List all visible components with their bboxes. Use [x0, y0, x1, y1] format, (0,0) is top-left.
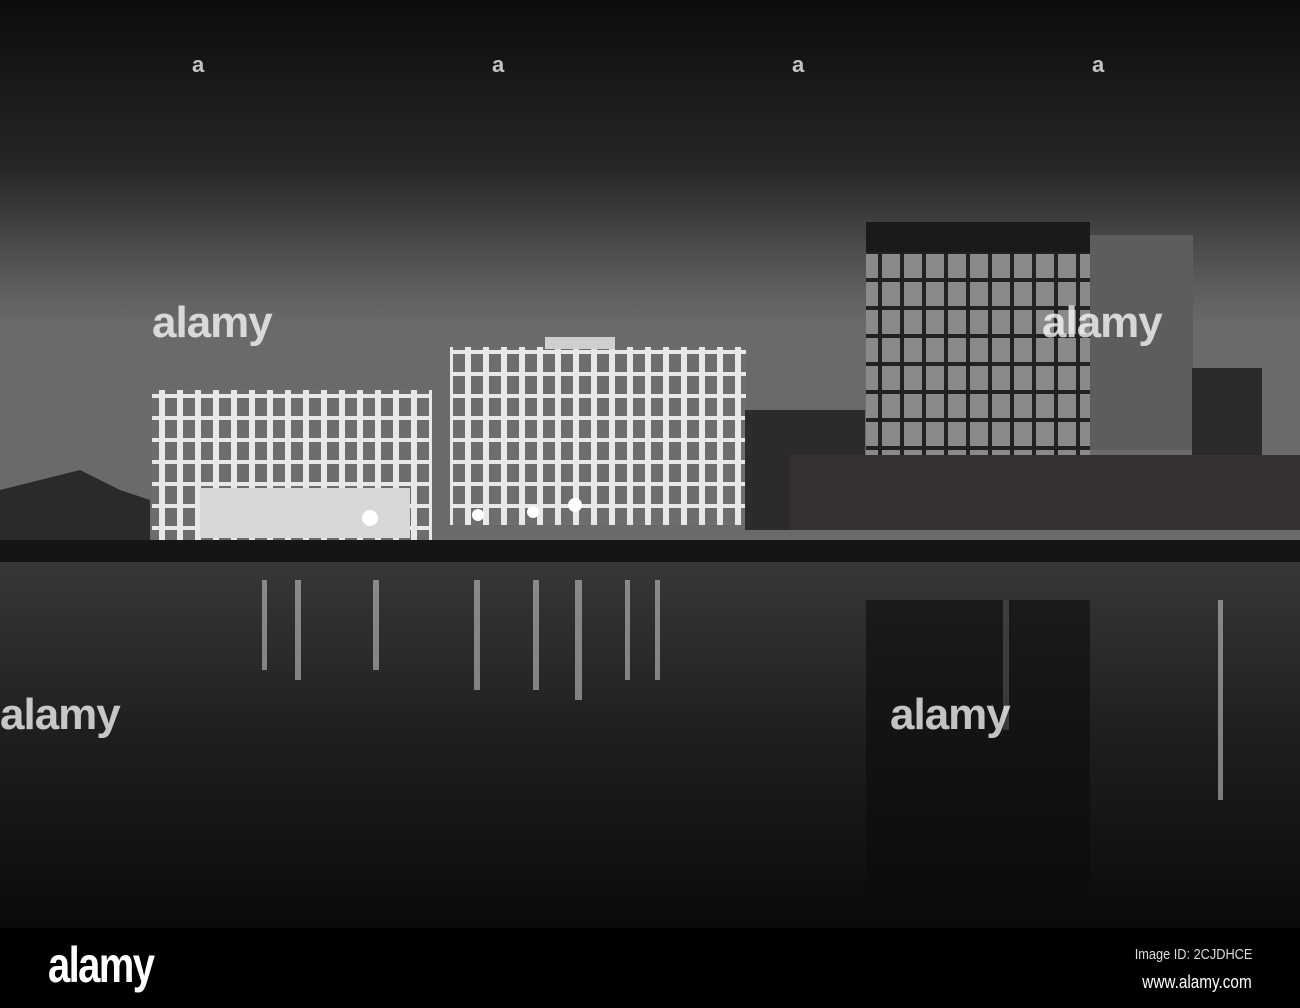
watermark: a	[492, 52, 504, 77]
image-id: Image ID: 2CJDHCE	[1134, 946, 1252, 963]
watermark: a	[192, 52, 204, 77]
alamy-logo: alamy	[48, 937, 155, 993]
night-waterfront-photo	[0, 0, 1300, 928]
watermark: alamy	[890, 690, 1011, 739]
stone-warehouse	[790, 455, 1300, 530]
watermark: alamy	[152, 298, 273, 347]
office-building-middle	[450, 337, 746, 525]
footer-bar: alamy Image ID: 2CJDHCE www.alamy.com	[0, 928, 1300, 1008]
watermark: a	[1092, 52, 1104, 77]
site-url: www.alamy.com	[1142, 972, 1252, 992]
watermark: alamy	[0, 690, 121, 739]
stock-photo: a a a a alamy alamy alamy alamy alamy Im…	[0, 0, 1300, 1008]
watermark: alamy	[1042, 298, 1163, 347]
watermark: a	[792, 52, 804, 77]
quay-wall	[0, 540, 1300, 562]
office-building-left	[152, 390, 432, 540]
